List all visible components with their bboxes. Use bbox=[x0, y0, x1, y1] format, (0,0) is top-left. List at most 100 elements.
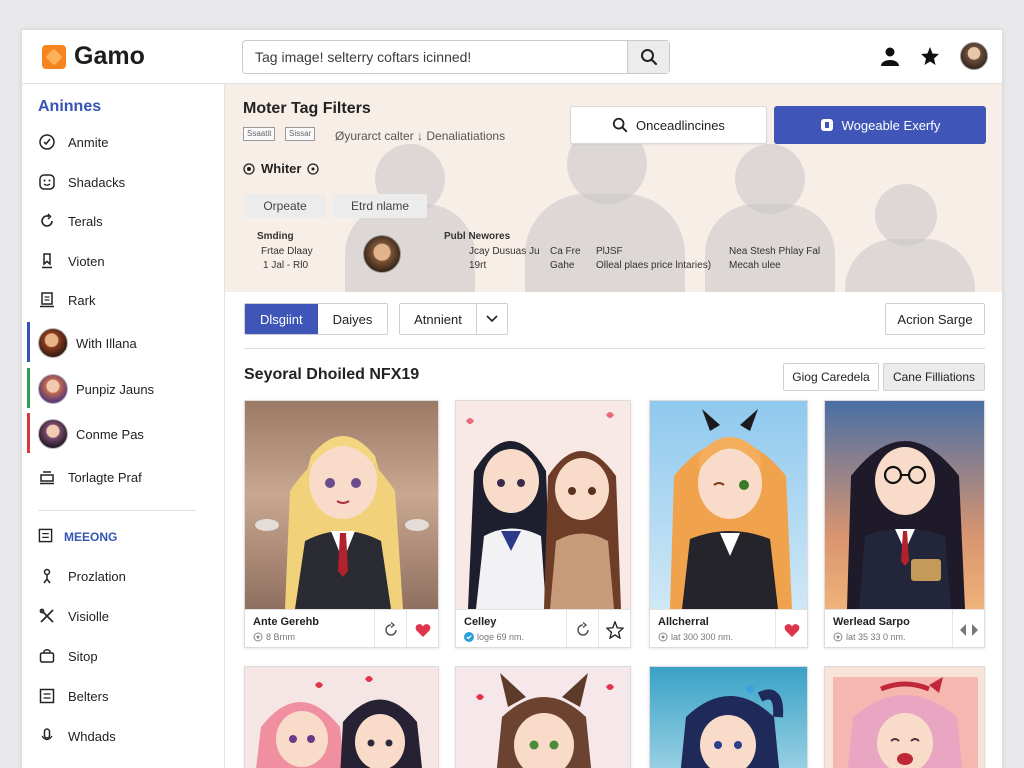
whiter-label: Whiter bbox=[261, 161, 302, 176]
sidebar-item-terals[interactable]: Terals bbox=[38, 206, 218, 236]
sidebar-channel-punpiz-jauns[interactable]: Punpiz Jauns bbox=[38, 373, 218, 405]
gallery-card[interactable]: Celley loge 69 nm. bbox=[455, 400, 631, 648]
sidebar-item-label: Belters bbox=[68, 688, 109, 704]
gallery-card[interactable] bbox=[649, 666, 808, 768]
section-divider bbox=[244, 348, 985, 349]
gallery-card[interactable]: Ante Gerehb 8 Brnm bbox=[244, 400, 439, 648]
page-title: Moter Tag Filters bbox=[243, 100, 371, 117]
sidebar-item-label: Prozlation bbox=[68, 568, 126, 584]
sidebar-item-torlagte-praf[interactable]: Torlagte Praf bbox=[38, 462, 218, 492]
anime-character-illustration bbox=[466, 412, 621, 609]
search-bar bbox=[242, 40, 670, 74]
gallery-card[interactable]: Werlead Sarpo lat 35 33 0 nm. bbox=[824, 400, 985, 648]
whiter-toggle[interactable]: Whiter bbox=[243, 161, 320, 176]
sidebar: Aninnes Anmite Shadacks Terals Vioten Ra… bbox=[22, 84, 225, 768]
sending-line: 1 Jal - Rl0 bbox=[263, 260, 309, 271]
sidebar-item-label: Whdads bbox=[68, 728, 116, 744]
filter-chip[interactable]: Sissar bbox=[285, 127, 316, 141]
favorite-button[interactable] bbox=[598, 610, 630, 647]
view-toggle-daiyes[interactable]: Daiyes bbox=[317, 304, 388, 334]
filter-pill-orpeate[interactable]: Orpeate bbox=[244, 194, 326, 218]
card-image bbox=[650, 667, 807, 768]
sidebar-item-sitop[interactable]: Sitop bbox=[38, 641, 218, 671]
card-title: Celley bbox=[464, 616, 497, 628]
print-icon bbox=[38, 468, 56, 486]
anime-character-illustration bbox=[847, 441, 965, 609]
diamond-icon bbox=[959, 624, 978, 636]
gallery-card[interactable] bbox=[455, 666, 631, 768]
search-icon bbox=[612, 117, 628, 133]
favorite-button[interactable] bbox=[406, 610, 438, 647]
avatar[interactable] bbox=[363, 235, 401, 273]
share-button[interactable] bbox=[374, 610, 406, 647]
card-meta: Werlead Sarpo lat 35 33 0 nm. bbox=[825, 609, 984, 647]
sidebar-item-label: Vioten bbox=[68, 253, 105, 269]
heart-icon bbox=[784, 623, 799, 637]
search-input[interactable] bbox=[243, 41, 627, 73]
anime-character-illustration bbox=[255, 436, 429, 609]
card-actions bbox=[566, 610, 630, 647]
card-image bbox=[825, 667, 984, 768]
filter-chip[interactable]: Ssaatit bbox=[243, 127, 276, 141]
sidebar-channel-with-illana[interactable]: With Illana bbox=[38, 327, 218, 359]
silhouette-decoration bbox=[845, 239, 975, 292]
anime-character-illustration bbox=[833, 677, 978, 768]
more-button[interactable] bbox=[952, 610, 984, 647]
filter-pill-etrd-nlame[interactable]: Etrd nlame bbox=[333, 194, 427, 218]
card-actions bbox=[374, 610, 438, 647]
gallery-filter-button-active[interactable]: Cane Filliations bbox=[883, 363, 985, 391]
avatar bbox=[38, 419, 68, 449]
sidebar-item-label: Sitop bbox=[68, 648, 98, 664]
search-icon bbox=[640, 49, 657, 66]
logo-text: Gamo bbox=[74, 42, 145, 70]
sidebar-item-label: Torlagte Praf bbox=[68, 469, 142, 485]
logo[interactable]: Gamo bbox=[42, 42, 145, 71]
chevron-down-icon bbox=[477, 304, 507, 334]
sidebar-item-shadacks[interactable]: Shadacks bbox=[38, 167, 218, 197]
bag-icon bbox=[38, 647, 56, 665]
gallery-card[interactable] bbox=[244, 666, 439, 768]
sidebar-item-belters[interactable]: Belters bbox=[38, 681, 218, 711]
check-circle-icon bbox=[38, 133, 56, 151]
search-tags-button[interactable]: Onceadlincines bbox=[570, 106, 767, 144]
card-image bbox=[456, 667, 630, 768]
sidebar-item-prozlation[interactable]: Prozlation bbox=[38, 561, 218, 591]
sidebar-channel-conme-pas[interactable]: Conme Pas bbox=[38, 418, 218, 450]
favorite-button[interactable] bbox=[775, 610, 807, 647]
card-meta: Ante Gerehb 8 Brnm bbox=[245, 609, 438, 647]
card-subtitle-text: loge 69 nm. bbox=[477, 632, 525, 642]
sort-dropdown-value: Atnnient bbox=[400, 304, 477, 334]
sidebar-indicator bbox=[27, 413, 30, 453]
primary-action-button[interactable]: Wogeable Exerfy bbox=[774, 106, 986, 144]
bookmark-icon bbox=[38, 252, 56, 270]
gallery-filter-button[interactable]: Giog Caredela bbox=[783, 363, 879, 391]
sidebar-item-anmite[interactable]: Anmite bbox=[38, 127, 218, 157]
sidebar-item-label: Visiolle bbox=[68, 608, 109, 624]
avatar bbox=[38, 374, 68, 404]
star-icon[interactable] bbox=[920, 46, 940, 66]
card-subtitle-text: lat 35 33 0 nm. bbox=[846, 632, 906, 642]
card-image bbox=[650, 401, 807, 609]
filter-hero-panel: Moter Tag Filters Ssaatit Sissar Øyurarc… bbox=[225, 84, 1002, 292]
user-icon[interactable] bbox=[880, 46, 900, 66]
primary-action-label: Wogeable Exerfy bbox=[841, 117, 941, 133]
gallery-card[interactable]: Allcherral lat 300 300 nm. bbox=[649, 400, 808, 648]
sidebar-item-label: Terals bbox=[68, 213, 103, 229]
app-window: Gamo Aninnes Anmite Shadacks Terals bbox=[22, 30, 1002, 768]
sidebar-item-visiolle[interactable]: Visiolle bbox=[38, 601, 218, 631]
sidebar-item-label: Anmite bbox=[68, 134, 109, 150]
search-button[interactable] bbox=[627, 41, 669, 73]
sidebar-item-rark[interactable]: Rark bbox=[38, 285, 218, 315]
verified-icon bbox=[464, 632, 474, 642]
share-button[interactable] bbox=[566, 610, 598, 647]
sidebar-item-vioten[interactable]: Vioten bbox=[38, 246, 218, 276]
user-avatar[interactable] bbox=[960, 42, 988, 70]
sidebar-item-whdads[interactable]: Whdads bbox=[38, 721, 218, 751]
view-toggle-dlsgiint[interactable]: Dlsgiint bbox=[245, 304, 318, 334]
stat-line: Gahe bbox=[550, 260, 575, 271]
eye-icon bbox=[658, 632, 668, 642]
gallery-card[interactable] bbox=[824, 666, 985, 768]
logo-icon bbox=[42, 44, 66, 69]
sort-dropdown[interactable]: Atnnient bbox=[399, 303, 508, 335]
action-button[interactable]: Acrion Sarge bbox=[885, 303, 985, 335]
